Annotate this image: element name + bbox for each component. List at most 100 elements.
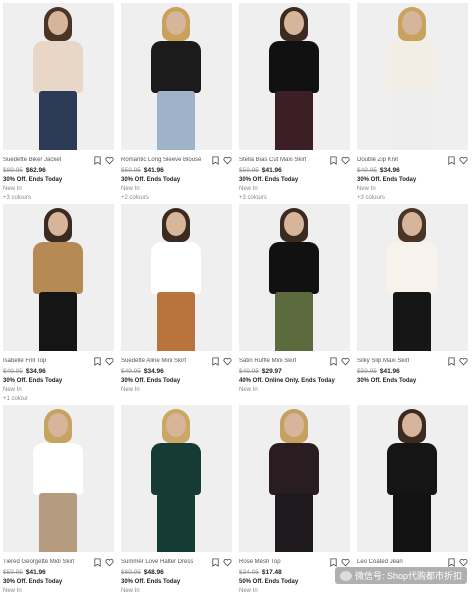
- product-name[interactable]: Leo Coated Jean: [357, 559, 403, 565]
- product-name[interactable]: Isabelle Frill Top: [3, 358, 46, 364]
- colour-options-link[interactable]: [357, 597, 468, 605]
- sale-price: $48.96: [143, 569, 164, 576]
- product-image[interactable]: [121, 204, 232, 351]
- product-image[interactable]: [357, 3, 468, 150]
- product-card[interactable]: Isabelle Frill Top $49.95 $34.96 30% Off.…: [3, 204, 114, 403]
- colour-options-link[interactable]: +1 colour: [3, 396, 114, 404]
- product-image[interactable]: [357, 405, 468, 552]
- save-for-later-icon[interactable]: [447, 356, 456, 366]
- product-name[interactable]: Double Zip Knit: [357, 157, 398, 163]
- heart-icon[interactable]: [341, 357, 350, 366]
- sale-price: $41.96: [261, 167, 282, 174]
- save-for-later-icon[interactable]: [93, 557, 102, 567]
- original-price: $69.95: [121, 569, 141, 576]
- product-image[interactable]: [239, 405, 350, 552]
- product-card[interactable]: Summer Love Halter Dress $69.95 $48.96 30…: [121, 405, 232, 604]
- save-for-later-icon[interactable]: [447, 155, 456, 165]
- product-name[interactable]: Stella Bias Cut Maxi Skirt: [239, 157, 306, 163]
- product-name[interactable]: Rose Mesh Top: [239, 559, 281, 565]
- heart-icon[interactable]: [223, 357, 232, 366]
- product-image[interactable]: [3, 204, 114, 351]
- product-image[interactable]: [3, 3, 114, 150]
- original-price: $34.95: [239, 569, 259, 576]
- promo-text: 30% Off. Ends Today: [3, 378, 63, 384]
- original-price: $59.95: [121, 167, 141, 174]
- product-image[interactable]: [3, 405, 114, 552]
- product-name[interactable]: Summer Love Halter Dress: [121, 559, 193, 565]
- promo-text: 30% Off. Ends Today: [357, 177, 417, 183]
- colour-options-link[interactable]: +3 colours: [239, 195, 350, 203]
- product-name[interactable]: Romantic Long Sleeve Blouse: [121, 157, 201, 163]
- sale-price: $34.96: [379, 167, 400, 174]
- new-in-badge: New In: [3, 588, 22, 594]
- product-name[interactable]: Suedette Biker Jacket: [3, 157, 61, 163]
- model-bottom: [393, 292, 431, 351]
- product-grid: Suedette Biker Jacket $89.95 $62.96 30% O…: [3, 3, 468, 604]
- heart-icon[interactable]: [341, 156, 350, 165]
- heart-icon[interactable]: [223, 156, 232, 165]
- product-name[interactable]: Satin Ruffle Mini Skirt: [239, 358, 296, 364]
- product-card[interactable]: Rose Mesh Top $34.95 $17.48 50% Off. Ends…: [239, 405, 350, 604]
- heart-icon[interactable]: [459, 357, 468, 366]
- product-meta: Suedette Aline Mini Skirt $49.95 $34.96 3…: [121, 351, 232, 404]
- product-card[interactable]: Stella Bias Cut Maxi Skirt $59.95 $41.96 …: [239, 3, 350, 202]
- heart-icon[interactable]: [223, 558, 232, 567]
- sale-price: $34.96: [143, 368, 164, 375]
- product-name[interactable]: Suedette Aline Mini Skirt: [121, 358, 186, 364]
- model-head: [48, 413, 68, 437]
- model-head: [166, 413, 186, 437]
- save-for-later-icon[interactable]: [329, 356, 338, 366]
- product-card[interactable]: Suedette Biker Jacket $89.95 $62.96 30% O…: [3, 3, 114, 202]
- product-image[interactable]: [121, 3, 232, 150]
- product-name[interactable]: Silky Slip Maxi Skirt: [357, 358, 409, 364]
- colour-options-link[interactable]: [239, 396, 350, 404]
- product-card[interactable]: Suedette Aline Mini Skirt $49.95 $34.96 3…: [121, 204, 232, 403]
- save-for-later-icon[interactable]: [447, 557, 456, 567]
- save-for-later-icon[interactable]: [93, 155, 102, 165]
- colour-options-link[interactable]: +3 colours: [3, 195, 114, 203]
- heart-icon[interactable]: [105, 156, 114, 165]
- product-card[interactable]: Silky Slip Maxi Skirt $59.95 $41.96 30% O…: [357, 204, 468, 403]
- product-card[interactable]: Satin Ruffle Mini Skirt $49.95 $29.97 40%…: [239, 204, 350, 403]
- colour-options-link[interactable]: [121, 597, 232, 605]
- product-image[interactable]: [357, 204, 468, 351]
- product-image[interactable]: [121, 405, 232, 552]
- colour-options-link[interactable]: [3, 597, 114, 605]
- heart-icon[interactable]: [341, 558, 350, 567]
- price-line: $59.95 $41.96: [121, 167, 232, 175]
- product-image[interactable]: [239, 204, 350, 351]
- product-meta: Isabelle Frill Top $49.95 $34.96 30% Off.…: [3, 351, 114, 404]
- original-price: $49.95: [3, 368, 23, 375]
- product-name[interactable]: Tiered Georgette Midi Skirt: [3, 559, 74, 565]
- product-meta: Summer Love Halter Dress $69.95 $48.96 30…: [121, 552, 232, 605]
- save-for-later-icon[interactable]: [211, 557, 220, 567]
- model-top: [387, 41, 437, 93]
- colour-options-link[interactable]: [239, 597, 350, 605]
- colour-options-link[interactable]: +2 colours: [121, 195, 232, 203]
- save-for-later-icon[interactable]: [329, 155, 338, 165]
- save-for-later-icon[interactable]: [93, 356, 102, 366]
- promo-text: 30% Off. Ends Today: [3, 579, 63, 585]
- sale-price: $29.97: [261, 368, 282, 375]
- new-in-badge: New In: [121, 186, 140, 192]
- model-top: [151, 443, 201, 495]
- product-image[interactable]: [239, 3, 350, 150]
- promo-text: 30% Off. Ends Today: [239, 177, 299, 183]
- model-bottom: [393, 493, 431, 552]
- save-for-later-icon[interactable]: [329, 557, 338, 567]
- new-in-badge: New In: [121, 588, 140, 594]
- heart-icon[interactable]: [105, 357, 114, 366]
- product-card[interactable]: Tiered Georgette Midi Skirt $59.95 $41.96…: [3, 405, 114, 604]
- save-for-later-icon[interactable]: [211, 356, 220, 366]
- heart-icon[interactable]: [105, 558, 114, 567]
- watermark: 微信号: Shop代购都市折扣: [334, 567, 467, 584]
- product-card[interactable]: Double Zip Knit $49.95 $34.96 30% Off. En…: [357, 3, 468, 202]
- product-card[interactable]: Romantic Long Sleeve Blouse $59.95 $41.96…: [121, 3, 232, 202]
- colour-options-link[interactable]: [357, 396, 468, 404]
- heart-icon[interactable]: [459, 558, 468, 567]
- colour-options-link[interactable]: +3 colours: [357, 195, 468, 203]
- heart-icon[interactable]: [459, 156, 468, 165]
- save-for-later-icon[interactable]: [211, 155, 220, 165]
- model-head: [48, 11, 68, 35]
- colour-options-link[interactable]: [121, 396, 232, 404]
